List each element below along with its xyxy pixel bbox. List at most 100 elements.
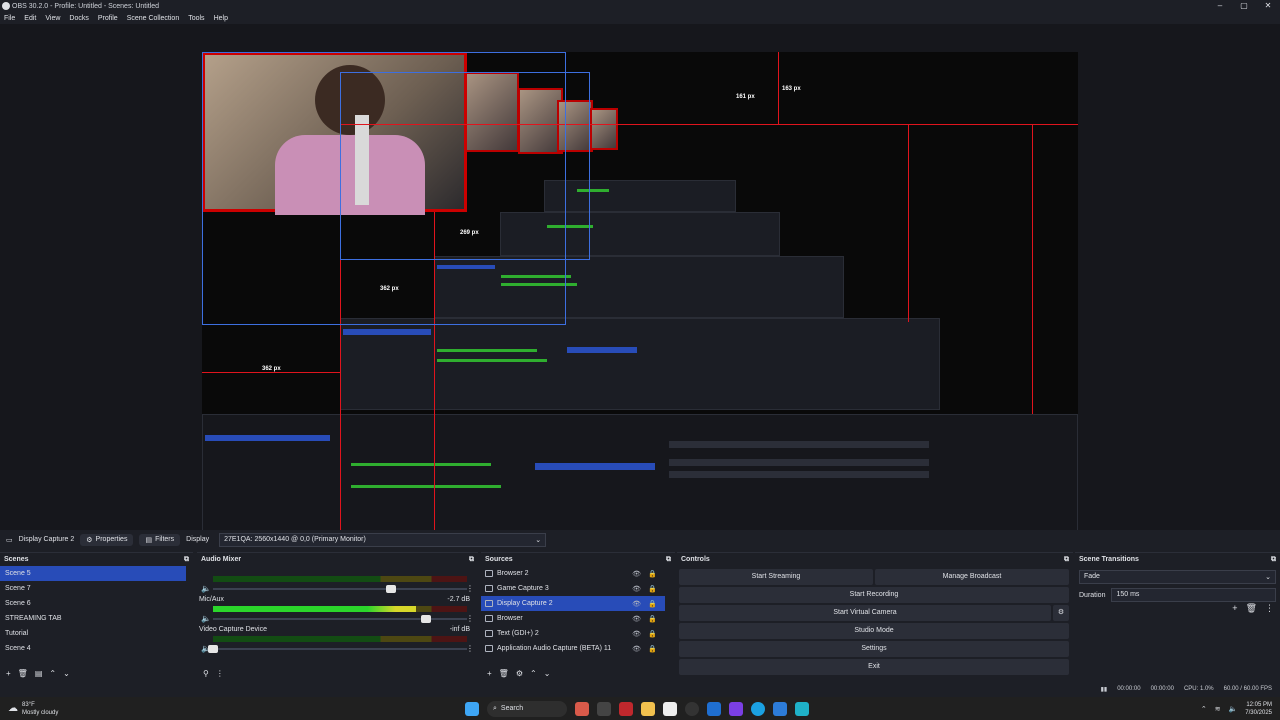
settings-button[interactable]: Settings — [679, 641, 1069, 657]
lock-icon[interactable]: 🔒 — [648, 630, 657, 638]
slider-knob[interactable] — [385, 585, 396, 593]
menu-dots-icon[interactable]: ⋮ — [216, 669, 224, 678]
obs-taskbar-icon[interactable] — [685, 701, 699, 716]
display-select[interactable]: 27E1QA: 2560x1440 @ 0,0 (Primary Monitor… — [219, 532, 547, 547]
menu-view[interactable]: View — [45, 15, 60, 22]
filters-button[interactable]: ▤ Filters — [139, 533, 181, 546]
undock-icon[interactable]: ⧉ — [469, 556, 474, 564]
close-button[interactable]: ✕ — [1256, 0, 1280, 12]
trash-icon[interactable]: 🗑 — [1246, 603, 1257, 614]
source-item[interactable]: Text (GDI+) 2 👁 🔒 — [481, 626, 665, 641]
volume-slider[interactable] — [208, 645, 467, 653]
add-icon[interactable]: + — [487, 669, 492, 678]
start-streaming-button[interactable]: Start Streaming — [679, 569, 873, 585]
duration-input[interactable]: 150 ms — [1111, 588, 1276, 602]
studio-mode-button[interactable]: Studio Mode — [679, 623, 1069, 639]
chevron-down-icon[interactable]: ⌄ — [63, 669, 70, 678]
scene-item[interactable]: Scene 5 — [0, 566, 186, 581]
slider-knob[interactable] — [208, 645, 218, 653]
source-item[interactable]: Display Capture 2 👁 🔒 — [481, 596, 665, 611]
menu-scene-collection[interactable]: Scene Collection — [127, 15, 180, 22]
app-icon[interactable] — [619, 701, 633, 716]
maximize-button[interactable]: ▢ — [1232, 0, 1256, 12]
preview-canvas[interactable]: 163 px 161 px 362 px 362 px 269 px — [202, 52, 1078, 530]
menu-dots-icon[interactable]: ⋮ — [466, 584, 474, 593]
lock-icon[interactable]: 🔒 — [648, 600, 657, 608]
visibility-icon[interactable]: 👁 — [632, 600, 641, 608]
manage-broadcast-button[interactable]: Manage Broadcast — [875, 569, 1069, 585]
virtual-camera-settings-button[interactable]: ⚙ — [1053, 605, 1069, 621]
edge-icon[interactable] — [751, 701, 765, 716]
visibility-icon[interactable]: 👁 — [632, 585, 641, 593]
visibility-icon[interactable]: 👁 — [632, 615, 641, 623]
menu-docks[interactable]: Docks — [69, 15, 88, 22]
link-icon[interactable]: ⚲ — [203, 669, 209, 678]
chevron-up-icon[interactable]: ⌃ — [49, 669, 56, 678]
preview-area[interactable]: 163 px 161 px 362 px 362 px 269 px — [0, 24, 1280, 530]
windows-start-icon[interactable] — [465, 701, 479, 716]
source-item[interactable]: Application Audio Capture (BETA) 11 👁 🔒 — [481, 641, 665, 656]
volume-slider[interactable] — [213, 585, 467, 593]
trash-icon[interactable]: 🗑 — [499, 669, 509, 678]
chevron-up-icon[interactable]: ⌃ — [530, 669, 537, 678]
scene-item[interactable]: Scene 7 — [0, 581, 193, 596]
source-item[interactable]: Browser 👁 🔒 — [481, 611, 665, 626]
exit-button[interactable]: Exit — [679, 659, 1069, 675]
add-icon[interactable]: + — [6, 669, 11, 678]
menu-dots-icon[interactable]: ⋮ — [1265, 603, 1274, 614]
transition-select[interactable]: Fade ⌄ — [1079, 570, 1276, 584]
app-icon[interactable] — [707, 701, 721, 716]
undock-icon[interactable]: ⧉ — [184, 556, 189, 564]
gear-icon[interactable]: ⚙ — [516, 669, 523, 678]
source-item[interactable]: Game Capture 3 👁 🔒 — [481, 581, 665, 596]
source-item[interactable]: Browser 2 👁 🔒 — [481, 566, 665, 581]
chevron-up-icon[interactable]: ⌃ — [1201, 705, 1207, 713]
start-recording-button[interactable]: Start Recording — [679, 587, 1069, 603]
menu-profile[interactable]: Profile — [98, 15, 118, 22]
menu-dots-icon[interactable]: ⋮ — [466, 644, 474, 653]
scene-item[interactable]: STREAMING TAB — [0, 611, 193, 626]
file-explorer-icon[interactable] — [641, 701, 655, 716]
visibility-icon[interactable]: 👁 — [632, 570, 641, 578]
lock-icon[interactable]: 🔒 — [648, 615, 657, 623]
app-icon[interactable] — [795, 701, 809, 716]
slider-knob[interactable] — [421, 615, 432, 623]
scene-item[interactable]: Tutorial — [0, 626, 193, 641]
menu-edit[interactable]: Edit — [24, 15, 36, 22]
task-view-icon[interactable] — [597, 701, 611, 716]
trash-icon[interactable]: 🗑 — [18, 669, 28, 678]
app-icon[interactable] — [773, 701, 787, 716]
speaker-icon[interactable]: 🔈 — [201, 584, 211, 593]
undock-icon[interactable]: ⧉ — [1271, 556, 1276, 564]
properties-button[interactable]: ⚙ Properties — [80, 533, 134, 546]
menu-tools[interactable]: Tools — [188, 15, 204, 22]
chevron-down-icon[interactable]: ⌄ — [544, 669, 551, 678]
speaker-icon[interactable]: 🔈 — [201, 614, 211, 623]
notepad-icon[interactable] — [663, 701, 677, 716]
undock-icon[interactable]: ⧉ — [666, 556, 671, 564]
visibility-icon[interactable]: 👁 — [632, 645, 641, 653]
weather-widget[interactable]: ☁ 83°F Mostly cloudy — [0, 701, 180, 717]
menu-dots-icon[interactable]: ⋮ — [466, 614, 474, 623]
selected-source-name: Display Capture 2 — [18, 536, 75, 543]
clock[interactable]: 12:05 PM 7/30/2025 — [1245, 701, 1272, 717]
lock-icon[interactable]: 🔒 — [648, 585, 657, 593]
taskbar-search[interactable]: ⌕ Search — [487, 700, 567, 717]
scene-item[interactable]: Scene 6 — [0, 596, 193, 611]
visibility-icon[interactable]: 👁 — [632, 630, 641, 638]
menu-help[interactable]: Help — [214, 15, 228, 22]
add-icon[interactable]: + — [1232, 603, 1237, 614]
volume-slider[interactable] — [213, 615, 467, 623]
volume-icon[interactable]: 🔈 — [1229, 705, 1238, 713]
lock-icon[interactable]: 🔒 — [648, 645, 657, 653]
start-virtual-camera-button[interactable]: Start Virtual Camera — [679, 605, 1051, 621]
minimize-button[interactable]: – — [1208, 0, 1232, 12]
menu-file[interactable]: File — [4, 15, 15, 22]
discord-icon[interactable] — [729, 701, 743, 716]
wifi-icon[interactable]: ≋ — [1215, 705, 1221, 713]
undock-icon[interactable]: ⧉ — [1064, 556, 1069, 564]
app-icon[interactable] — [575, 701, 589, 716]
scene-item[interactable]: Scene 4 — [0, 641, 193, 656]
lock-icon[interactable]: 🔒 — [648, 570, 657, 578]
filter-icon[interactable]: ▤ — [35, 669, 43, 678]
